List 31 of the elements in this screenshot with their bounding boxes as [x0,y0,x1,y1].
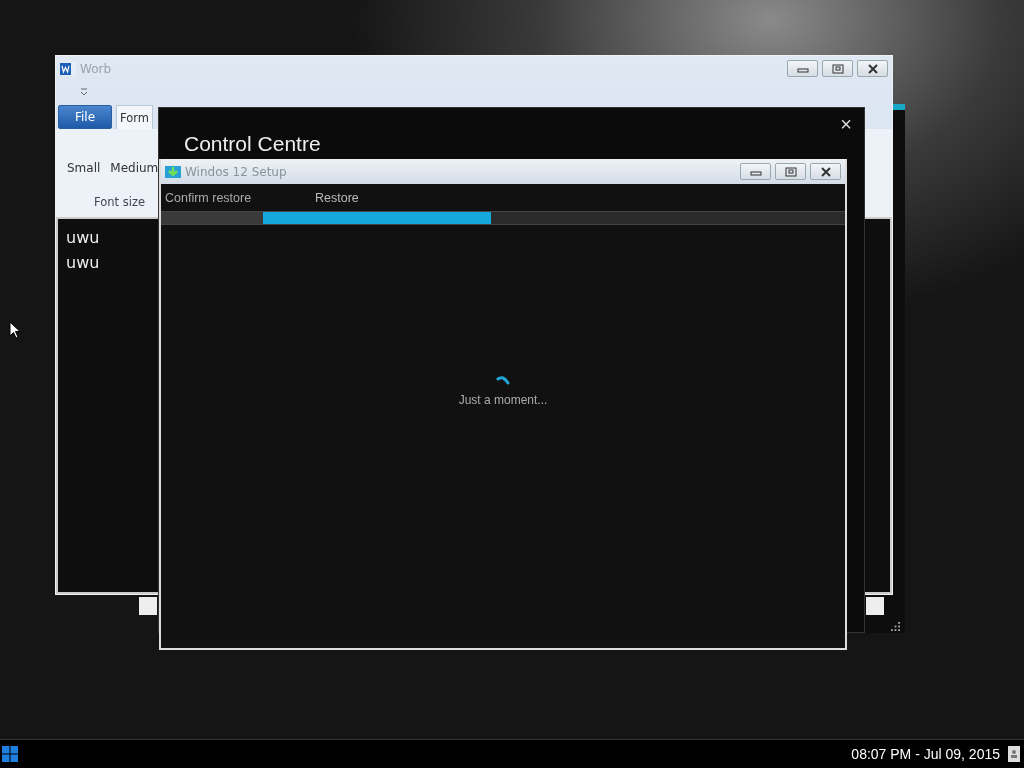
close-button[interactable] [810,163,841,180]
file-button[interactable]: File [58,105,112,129]
close-button[interactable] [857,60,888,77]
window-title: Worb [80,61,112,76]
close-button[interactable]: × [836,113,856,136]
step-label: Restore [315,190,359,205]
close-icon [866,63,879,74]
close-icon [819,166,832,177]
window-title: Windos 12 Setup [185,164,287,179]
font-size-button[interactable]: Small [64,159,104,177]
minimize-button[interactable] [740,163,771,180]
minimize-button[interactable] [787,60,818,77]
maximize-icon [831,63,844,74]
document-text: uwu [66,252,101,274]
maximize-icon [784,166,797,177]
resize-grip-icon[interactable] [891,622,900,631]
font-size-button[interactable]: Medium [107,159,162,177]
ribbon-tab[interactable]: Form [116,105,153,129]
status-text: Just a moment... [458,393,548,407]
start-icon[interactable] [2,746,18,762]
clock-text: 08:07 PM - Jul 09, 2015 [851,746,1000,762]
group-label: Font size [94,195,145,209]
notification-icon[interactable] [1008,746,1020,762]
loading-spinner-icon [496,375,510,385]
download-icon [165,163,181,180]
step-label: Confirm restore [165,190,253,205]
document-logo-icon [60,60,76,77]
window-title: Control Centre [184,132,321,156]
dropdown-icon[interactable] [80,88,88,96]
document-text: uwu [66,227,101,249]
mouse-cursor-icon [9,321,21,339]
